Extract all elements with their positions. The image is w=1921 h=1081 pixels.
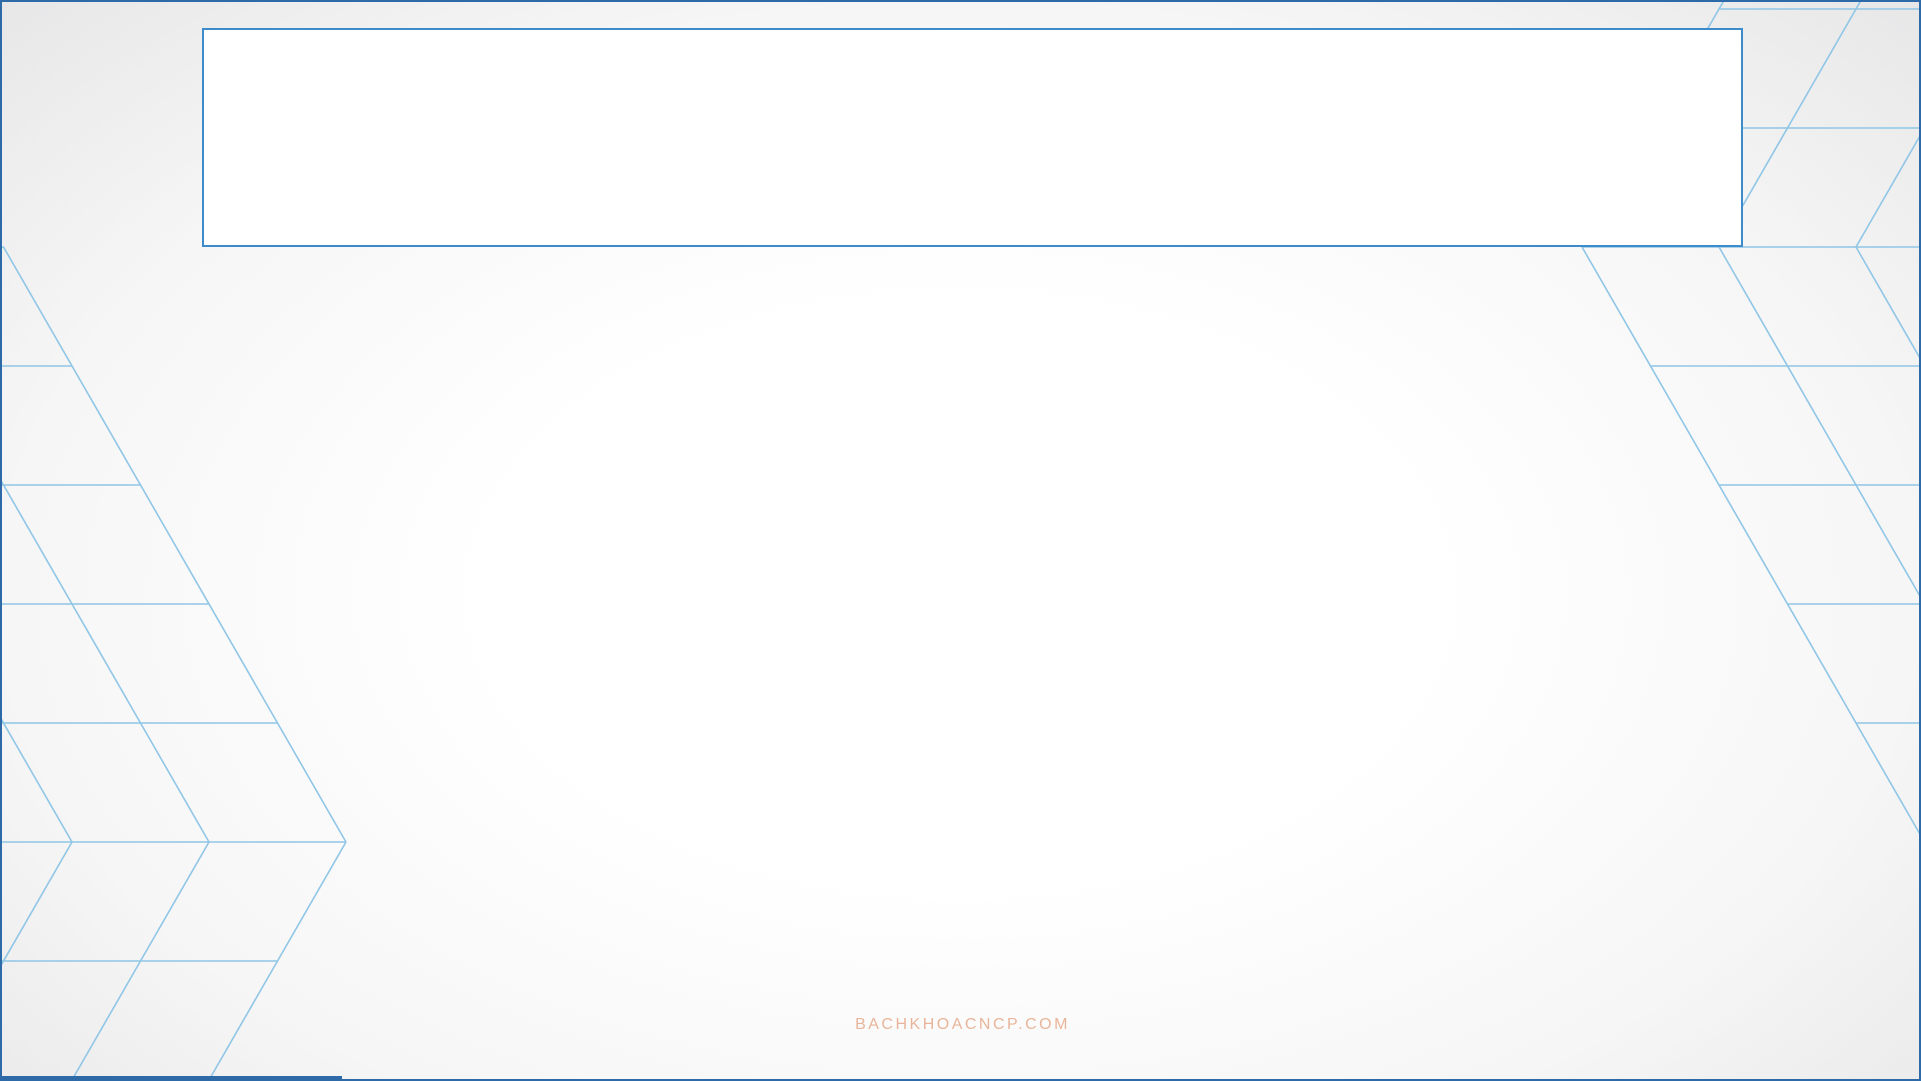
lattice-line [1581, 246, 1919, 835]
lattice-line [1855, 246, 1919, 359]
lattice-line [1855, 135, 1919, 248]
lattice-line [2, 246, 347, 843]
watermark-text: BACHKHOACNCP.COM [855, 1016, 1070, 1033]
left-triangle-lattice [2, 246, 347, 1079]
lattice-line [1718, 246, 1919, 597]
title-placeholder-box[interactable] [202, 28, 1743, 247]
lattice-line [2, 480, 210, 843]
slide-canvas: BACHKHOACNCP.COM [0, 0, 1921, 1081]
bottom-border-strip [2, 1076, 342, 1079]
